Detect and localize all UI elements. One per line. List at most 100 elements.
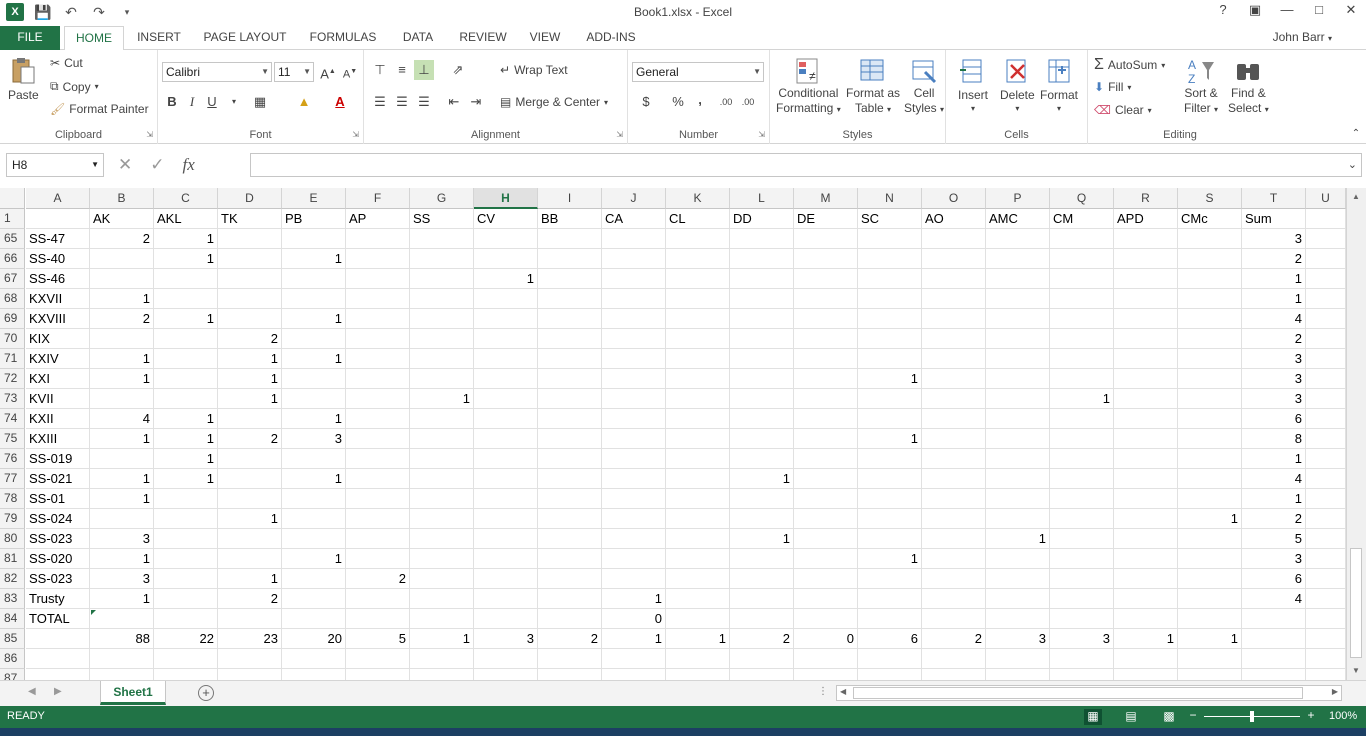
- split-handle-icon[interactable]: ⋮: [818, 686, 828, 697]
- cell-e84[interactable]: [282, 609, 346, 629]
- cell-c66[interactable]: 1: [154, 249, 218, 269]
- cell-h73[interactable]: [474, 389, 538, 409]
- cell-j80[interactable]: [602, 529, 666, 549]
- cell-n66[interactable]: [858, 249, 922, 269]
- cell-a87[interactable]: [26, 669, 90, 680]
- cell-u80[interactable]: [1306, 529, 1346, 549]
- page-break-view-icon[interactable]: ▩: [1160, 709, 1178, 725]
- row-header-68[interactable]: 68: [0, 289, 25, 309]
- column-header-e[interactable]: E: [282, 188, 346, 209]
- cut-button[interactable]: ✂ Cut: [50, 56, 83, 70]
- align-middle-icon[interactable]: ≡: [392, 60, 412, 80]
- row-header-72[interactable]: 72: [0, 369, 25, 389]
- cell-i86[interactable]: [538, 649, 602, 669]
- row-header-66[interactable]: 66: [0, 249, 25, 269]
- cell-a81[interactable]: SS-020: [26, 549, 90, 569]
- cell-o78[interactable]: [922, 489, 986, 509]
- cell-m70[interactable]: [794, 329, 858, 349]
- cell-s66[interactable]: [1178, 249, 1242, 269]
- column-header-s[interactable]: S: [1178, 188, 1242, 209]
- tab-review[interactable]: REVIEW: [452, 26, 514, 50]
- cell-e69[interactable]: 1: [282, 309, 346, 329]
- row-header-78[interactable]: 78: [0, 489, 25, 509]
- cell-k69[interactable]: [666, 309, 730, 329]
- cell-q71[interactable]: [1050, 349, 1114, 369]
- wrap-text-button[interactable]: ↵ Wrap Text: [500, 63, 568, 77]
- cell-a77[interactable]: SS-021: [26, 469, 90, 489]
- cell-m65[interactable]: [794, 229, 858, 249]
- cell-h71[interactable]: [474, 349, 538, 369]
- cell-m69[interactable]: [794, 309, 858, 329]
- cell-m73[interactable]: [794, 389, 858, 409]
- cell-a67[interactable]: SS-46: [26, 269, 90, 289]
- column-header-n[interactable]: N: [858, 188, 922, 209]
- close-button[interactable]: ✕: [1342, 2, 1360, 18]
- cell-o81[interactable]: [922, 549, 986, 569]
- paste-button[interactable]: Paste: [8, 56, 39, 102]
- cell-i80[interactable]: [538, 529, 602, 549]
- cell-f83[interactable]: [346, 589, 410, 609]
- cell-q69[interactable]: [1050, 309, 1114, 329]
- cell-o83[interactable]: [922, 589, 986, 609]
- orientation-icon[interactable]: ⇗: [448, 60, 468, 80]
- cell-t1[interactable]: Sum: [1242, 209, 1306, 229]
- decrease-decimal-button[interactable]: .00: [738, 92, 758, 112]
- cell-g79[interactable]: [410, 509, 474, 529]
- cell-l75[interactable]: [730, 429, 794, 449]
- cell-b86[interactable]: [90, 649, 154, 669]
- cell-l80[interactable]: 1: [730, 529, 794, 549]
- cell-p66[interactable]: [986, 249, 1050, 269]
- cell-l87[interactable]: [730, 669, 794, 680]
- row-header-67[interactable]: 67: [0, 269, 25, 289]
- error-indicator-icon[interactable]: [91, 610, 96, 615]
- row-header-69[interactable]: 69: [0, 309, 25, 329]
- cell-o86[interactable]: [922, 649, 986, 669]
- cell-k85[interactable]: 1: [666, 629, 730, 649]
- tab-add-ins[interactable]: ADD-INS: [578, 26, 644, 50]
- cell-b84[interactable]: [90, 609, 154, 629]
- copy-button[interactable]: ⧉ Copy ▾: [50, 79, 99, 94]
- cell-c72[interactable]: [154, 369, 218, 389]
- cell-n76[interactable]: [858, 449, 922, 469]
- cell-u68[interactable]: [1306, 289, 1346, 309]
- cell-r79[interactable]: [1114, 509, 1178, 529]
- cell-j66[interactable]: [602, 249, 666, 269]
- cell-p67[interactable]: [986, 269, 1050, 289]
- cell-r73[interactable]: [1114, 389, 1178, 409]
- cell-t68[interactable]: 1: [1242, 289, 1306, 309]
- cell-t65[interactable]: 3: [1242, 229, 1306, 249]
- cell-c69[interactable]: 1: [154, 309, 218, 329]
- cell-j82[interactable]: [602, 569, 666, 589]
- column-header-g[interactable]: G: [410, 188, 474, 209]
- cell-d76[interactable]: [218, 449, 282, 469]
- cell-u83[interactable]: [1306, 589, 1346, 609]
- cell-l86[interactable]: [730, 649, 794, 669]
- bold-button[interactable]: B: [162, 92, 182, 112]
- cell-t86[interactable]: [1242, 649, 1306, 669]
- cell-k78[interactable]: [666, 489, 730, 509]
- cell-f79[interactable]: [346, 509, 410, 529]
- normal-view-icon[interactable]: ▦: [1084, 709, 1102, 725]
- cell-q78[interactable]: [1050, 489, 1114, 509]
- cell-k66[interactable]: [666, 249, 730, 269]
- cell-m74[interactable]: [794, 409, 858, 429]
- cell-r82[interactable]: [1114, 569, 1178, 589]
- prev-sheet-icon[interactable]: ◀: [28, 686, 36, 697]
- cell-i82[interactable]: [538, 569, 602, 589]
- cell-t66[interactable]: 2: [1242, 249, 1306, 269]
- cell-f69[interactable]: [346, 309, 410, 329]
- column-header-d[interactable]: D: [218, 188, 282, 209]
- cell-b82[interactable]: 3: [90, 569, 154, 589]
- cell-i76[interactable]: [538, 449, 602, 469]
- cell-j65[interactable]: [602, 229, 666, 249]
- cell-t83[interactable]: 4: [1242, 589, 1306, 609]
- cell-h84[interactable]: [474, 609, 538, 629]
- cell-t69[interactable]: 4: [1242, 309, 1306, 329]
- cell-q70[interactable]: [1050, 329, 1114, 349]
- cell-r70[interactable]: [1114, 329, 1178, 349]
- cell-n69[interactable]: [858, 309, 922, 329]
- cell-s65[interactable]: [1178, 229, 1242, 249]
- font-name-select[interactable]: Calibri ▼: [162, 62, 272, 82]
- merge-center-button[interactable]: ▤ Merge & Center ▾: [500, 95, 608, 109]
- cell-s75[interactable]: [1178, 429, 1242, 449]
